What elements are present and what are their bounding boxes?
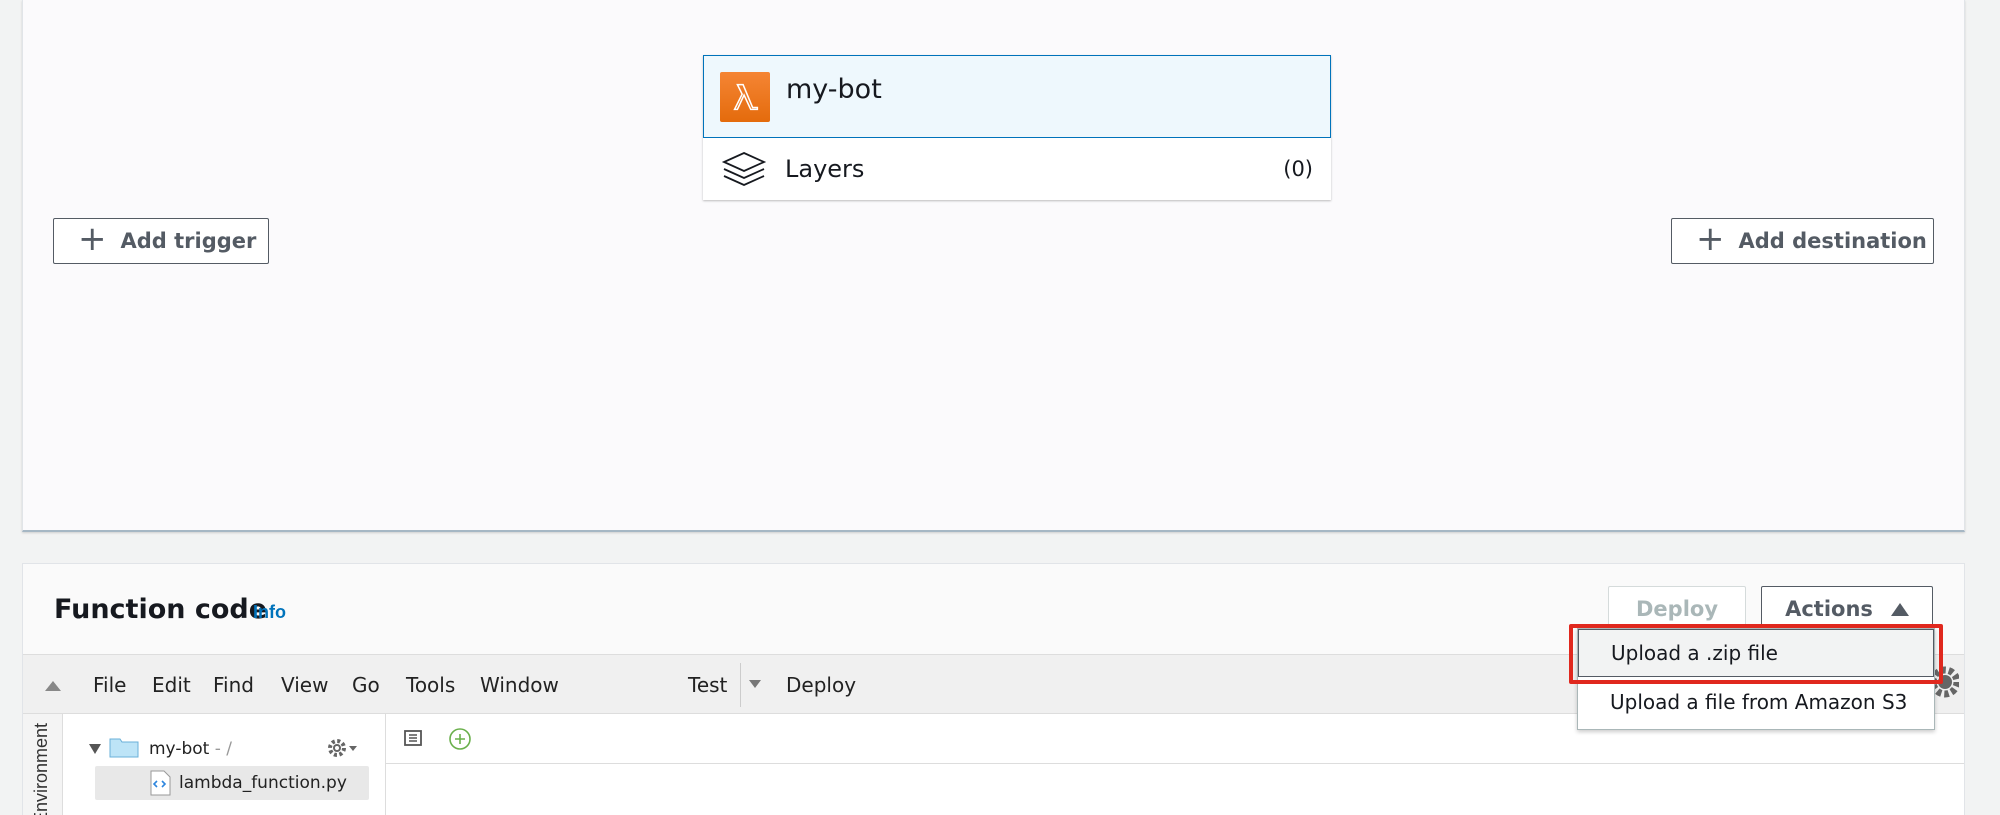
- tree-root-path: - /: [209, 739, 232, 759]
- menu-file[interactable]: File: [93, 673, 126, 697]
- upload-s3-option[interactable]: Upload a file from Amazon S3: [1578, 678, 1934, 726]
- file-name: lambda_function.py: [179, 773, 347, 793]
- add-trigger-label: Add trigger: [120, 229, 257, 253]
- toolbar-divider: [740, 663, 741, 707]
- python-file-icon: [150, 770, 171, 796]
- info-link[interactable]: Info: [253, 602, 286, 623]
- function-code-title: Function code: [54, 594, 268, 625]
- tab-list-icon[interactable]: [402, 728, 424, 748]
- test-button[interactable]: Test: [688, 673, 727, 697]
- tree-root-folder[interactable]: my-bot - /: [149, 739, 232, 759]
- actions-label: Actions: [1785, 597, 1873, 621]
- folder-icon: [109, 738, 139, 758]
- function-node[interactable]: my-bot: [703, 55, 1331, 138]
- layers-icon: [721, 152, 767, 186]
- gear-icon[interactable]: [325, 735, 359, 761]
- menu-tools[interactable]: Tools: [406, 673, 455, 697]
- upload-zip-option[interactable]: Upload a .zip file: [1578, 629, 1934, 677]
- collapse-icon[interactable]: [45, 681, 61, 691]
- menu-find[interactable]: Find: [213, 673, 254, 697]
- test-dropdown-icon[interactable]: [749, 680, 761, 688]
- deploy-button[interactable]: Deploy: [1608, 586, 1746, 632]
- layers-count: (0): [1283, 157, 1313, 181]
- menu-go[interactable]: Go: [352, 673, 380, 697]
- environment-tab[interactable]: Environment: [23, 714, 63, 815]
- menu-window[interactable]: Window: [480, 673, 559, 697]
- layers-node[interactable]: Layers (0): [703, 138, 1331, 200]
- actions-dropdown: Upload a .zip file Upload a file from Am…: [1577, 628, 1935, 730]
- lambda-icon: [720, 72, 770, 122]
- layers-label: Layers: [785, 155, 865, 183]
- menu-view[interactable]: View: [281, 673, 328, 697]
- function-name: my-bot: [786, 74, 882, 105]
- caret-up-icon: [1890, 602, 1909, 616]
- toolbar-deploy-button[interactable]: Deploy: [786, 673, 856, 697]
- expand-icon[interactable]: [89, 744, 101, 754]
- new-tab-icon[interactable]: [448, 727, 472, 751]
- file-tree: my-bot - / lambda_function.py: [63, 714, 386, 815]
- designer-panel: my-bot Layers (0): [22, 0, 1965, 532]
- add-destination-label: Add destination: [1738, 229, 1927, 253]
- add-trigger-button[interactable]: + Add trigger: [53, 218, 269, 264]
- environment-label: Environment: [31, 722, 51, 815]
- menu-edit[interactable]: Edit: [152, 673, 191, 697]
- function-card: my-bot Layers (0): [703, 55, 1331, 200]
- tree-file-item[interactable]: lambda_function.py: [95, 766, 369, 800]
- tree-root-name: my-bot: [149, 739, 210, 759]
- actions-button[interactable]: Actions: [1761, 586, 1933, 632]
- plus-icon: +: [78, 219, 107, 259]
- add-destination-button[interactable]: + Add destination: [1671, 218, 1934, 264]
- plus-icon: +: [1696, 219, 1725, 259]
